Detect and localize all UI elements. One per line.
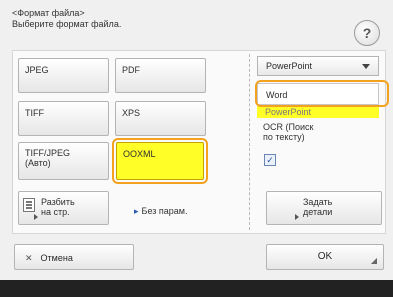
breadcrumb: <Формат файла> (12, 8, 85, 18)
cancel-button[interactable]: ✕ Отмена (14, 244, 134, 270)
page-instruction: Выберите формат файла. (12, 19, 122, 29)
format-ooxml-button[interactable]: OOXML (116, 142, 204, 180)
ocr-label-1: OCR (Поиск (263, 122, 314, 132)
format-tiff-button[interactable]: TIFF (18, 101, 109, 136)
dropdown-value: PowerPoint (266, 61, 313, 71)
dropdown-option-powerpoint[interactable]: PowerPoint (257, 106, 379, 118)
set-details-label-2: детали (303, 207, 333, 217)
help-button[interactable]: ? (354, 20, 380, 46)
ooxml-type-dropdown[interactable]: PowerPoint (257, 56, 379, 76)
split-status: ▸ Без парам. (134, 206, 187, 217)
format-tiff-jpeg-label: TIFF/JPEG (25, 148, 70, 158)
status-bar (0, 280, 393, 297)
question-icon: ? (362, 25, 372, 41)
title-area: <Формат файла> Выберите формат файла. (12, 8, 121, 30)
ocr-checkbox[interactable]: ✓ (264, 154, 276, 166)
return-corner-icon: ◢ (370, 256, 377, 265)
format-tiff-label: TIFF (25, 108, 44, 118)
format-xps-button[interactable]: XPS (115, 101, 206, 136)
format-tiff-jpeg-auto-button[interactable]: TIFF/JPEG (Авто) (18, 142, 109, 180)
dropdown-focus-ring (255, 80, 389, 107)
split-status-label: Без парам. (141, 206, 188, 216)
format-ooxml-label: OOXML (123, 149, 156, 159)
split-pages-button[interactable]: Разбить на стр. (18, 191, 109, 225)
split-pages-label-2: на стр. (41, 207, 70, 217)
set-details-button[interactable]: Задать детали (266, 191, 382, 225)
arrow-right-icon (34, 214, 38, 220)
chevron-down-icon (362, 64, 370, 69)
ocr-label-2: по тексту) (263, 132, 305, 142)
format-pdf-button[interactable]: PDF (115, 58, 206, 93)
close-icon: ✕ (25, 253, 33, 263)
ok-button[interactable]: OK ◢ (266, 244, 384, 270)
ok-label: OK (317, 251, 333, 262)
file-format-panel: <Формат файла> Выберите формат файла. ? … (0, 0, 393, 280)
check-icon: ✓ (266, 155, 274, 165)
format-jpeg-button[interactable]: JPEG (18, 58, 109, 93)
split-pages-icon (23, 198, 35, 212)
split-pages-label: Разбить (41, 197, 75, 207)
dropdown-option-powerpoint-label: PowerPoint (265, 107, 312, 117)
format-jpeg-label: JPEG (25, 65, 49, 75)
format-auto-label: (Авто) (25, 158, 51, 168)
bullet-icon: ▸ (134, 206, 139, 216)
cancel-label: Отмена (40, 253, 73, 263)
set-details-label-1: Задать (303, 197, 333, 207)
vertical-divider (249, 54, 250, 230)
format-pdf-label: PDF (122, 65, 140, 75)
arrow-right-icon (295, 214, 299, 220)
format-xps-label: XPS (122, 108, 141, 118)
ocr-option: OCR (Поиск по тексту) (263, 122, 313, 142)
